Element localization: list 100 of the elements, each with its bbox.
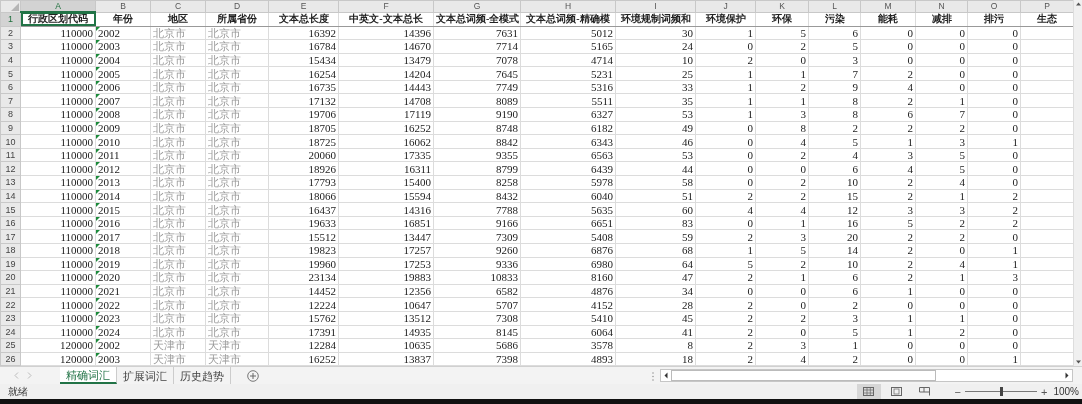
table-cell: 0 <box>695 175 756 190</box>
column-header[interactable]: 污染 <box>808 12 861 26</box>
table-cell: 2 <box>808 297 861 312</box>
table-cell: 83 <box>615 216 696 230</box>
table-cell: 110000 <box>20 229 96 244</box>
page-layout-icon[interactable] <box>891 387 903 396</box>
column-header[interactable]: 中英文-文本总长 <box>338 12 434 26</box>
table-cell: 1 <box>695 80 756 94</box>
table-cell: 北京市 <box>150 243 206 258</box>
column-letter[interactable]: F <box>338 0 434 12</box>
table-cell: 4 <box>755 202 809 217</box>
column-header[interactable]: 环保 <box>755 12 809 26</box>
table-cell: 14 <box>808 243 861 258</box>
zoom-in-button[interactable]: + <box>1041 385 1048 398</box>
column-header[interactable]: 文本总词频-全模式 <box>433 12 521 26</box>
table-cell: 19960 <box>268 257 339 271</box>
zoom-out-button[interactable]: − <box>954 385 961 398</box>
column-letter[interactable]: N <box>915 0 968 12</box>
table-cell: 北京市 <box>205 229 269 244</box>
table-cell: 2 <box>755 148 809 162</box>
table-cell: 北京市 <box>150 26 206 40</box>
table-cell: 北京市 <box>205 53 269 67</box>
column-header[interactable]: 环境保护 <box>695 12 756 26</box>
table-cell: 0 <box>967 93 1021 108</box>
table-cell: 8160 <box>520 270 616 285</box>
error-flag-icon <box>96 40 100 45</box>
table-cell: 0 <box>967 175 1021 190</box>
page-break-icon[interactable] <box>919 387 931 396</box>
table-cell: 19633 <box>268 216 339 230</box>
column-header[interactable]: 年份 <box>95 12 151 26</box>
column-header[interactable]: 文本总词频-精确模 <box>520 12 616 26</box>
column-header[interactable]: 减排 <box>915 12 968 26</box>
sheet-tab[interactable]: 精确词汇 <box>60 367 117 384</box>
table-cell: 8748 <box>433 121 521 135</box>
table-cell: 14935 <box>338 325 434 339</box>
table-cell: 0 <box>967 284 1021 298</box>
add-sheet-icon[interactable] <box>247 370 259 383</box>
error-flag-icon <box>96 189 100 194</box>
scroll-up-icon[interactable] <box>1074 0 1082 8</box>
column-header[interactable]: 所属省份 <box>205 12 269 26</box>
column-letter[interactable]: O <box>967 0 1021 12</box>
error-flag-icon <box>96 26 100 31</box>
table-cell: 2023 <box>95 311 151 326</box>
table-cell: 110000 <box>20 39 96 54</box>
normal-view-icon[interactable] <box>863 387 875 396</box>
table-cell: 18926 <box>268 161 339 176</box>
horizontal-scrollbar[interactable] <box>660 369 1073 382</box>
column-letter[interactable]: P <box>1020 0 1073 12</box>
table-cell: 0 <box>967 121 1021 135</box>
table-cell: 5 <box>915 148 968 162</box>
column-letter[interactable]: A <box>20 0 96 12</box>
table-cell: 8089 <box>433 93 521 108</box>
column-header[interactable]: 文本总长度 <box>268 12 339 26</box>
table-cell: 13479 <box>338 53 434 67</box>
column-letter[interactable]: J <box>695 0 756 12</box>
column-letter[interactable]: M <box>860 0 916 12</box>
table-cell: 33 <box>615 80 696 94</box>
table-cell: 0 <box>915 352 968 366</box>
column-letter[interactable]: G <box>433 0 521 12</box>
column-letter[interactable]: E <box>268 0 339 12</box>
table-cell: 2024 <box>95 325 151 339</box>
table-cell: 0 <box>695 284 756 298</box>
table-cell: 14452 <box>268 284 339 298</box>
table-cell: 天津市 <box>150 338 206 353</box>
table-cell: 9 <box>808 80 861 94</box>
error-flag-icon <box>96 162 100 167</box>
table-cell: 5 <box>695 257 756 271</box>
table-cell: 0 <box>915 39 968 54</box>
column-letter[interactable]: D <box>205 0 269 12</box>
scrollbar-thumb[interactable] <box>671 370 936 381</box>
table-cell: 2010 <box>95 134 151 149</box>
table-cell: 10635 <box>338 338 434 353</box>
error-flag-icon <box>96 148 100 153</box>
column-letter[interactable]: C <box>150 0 206 12</box>
table-cell: 北京市 <box>205 134 269 149</box>
table-cell: 北京市 <box>205 148 269 162</box>
column-letter[interactable]: B <box>95 0 151 12</box>
column-letter[interactable]: I <box>615 0 696 12</box>
table-cell: 北京市 <box>205 311 269 326</box>
table-cell: 12224 <box>268 297 339 312</box>
table-cell: 5 <box>860 216 916 230</box>
table-cell: 4152 <box>520 297 616 312</box>
table-cell: 20060 <box>268 148 339 162</box>
table-cell: 5231 <box>520 66 616 81</box>
table-cell: 北京市 <box>150 311 206 326</box>
slider-thumb[interactable] <box>1000 387 1003 396</box>
column-header[interactable]: 地区 <box>150 12 206 26</box>
column-header[interactable]: 排污 <box>967 12 1021 26</box>
table-cell: 15 <box>808 189 861 203</box>
table-cell: 110000 <box>20 311 96 326</box>
column-header[interactable]: 环境规制词频和 <box>615 12 696 26</box>
table-cell: 17253 <box>338 257 434 271</box>
column-header[interactable]: 行政区划代码 <box>20 12 96 26</box>
column-header[interactable]: 能耗 <box>860 12 916 26</box>
table-cell: 6064 <box>520 325 616 339</box>
table-cell: 6 <box>808 284 861 298</box>
column-letter[interactable]: L <box>808 0 861 12</box>
column-letter[interactable]: H <box>520 0 616 12</box>
column-letter[interactable]: K <box>755 0 809 12</box>
table-cell: 0 <box>967 311 1021 326</box>
